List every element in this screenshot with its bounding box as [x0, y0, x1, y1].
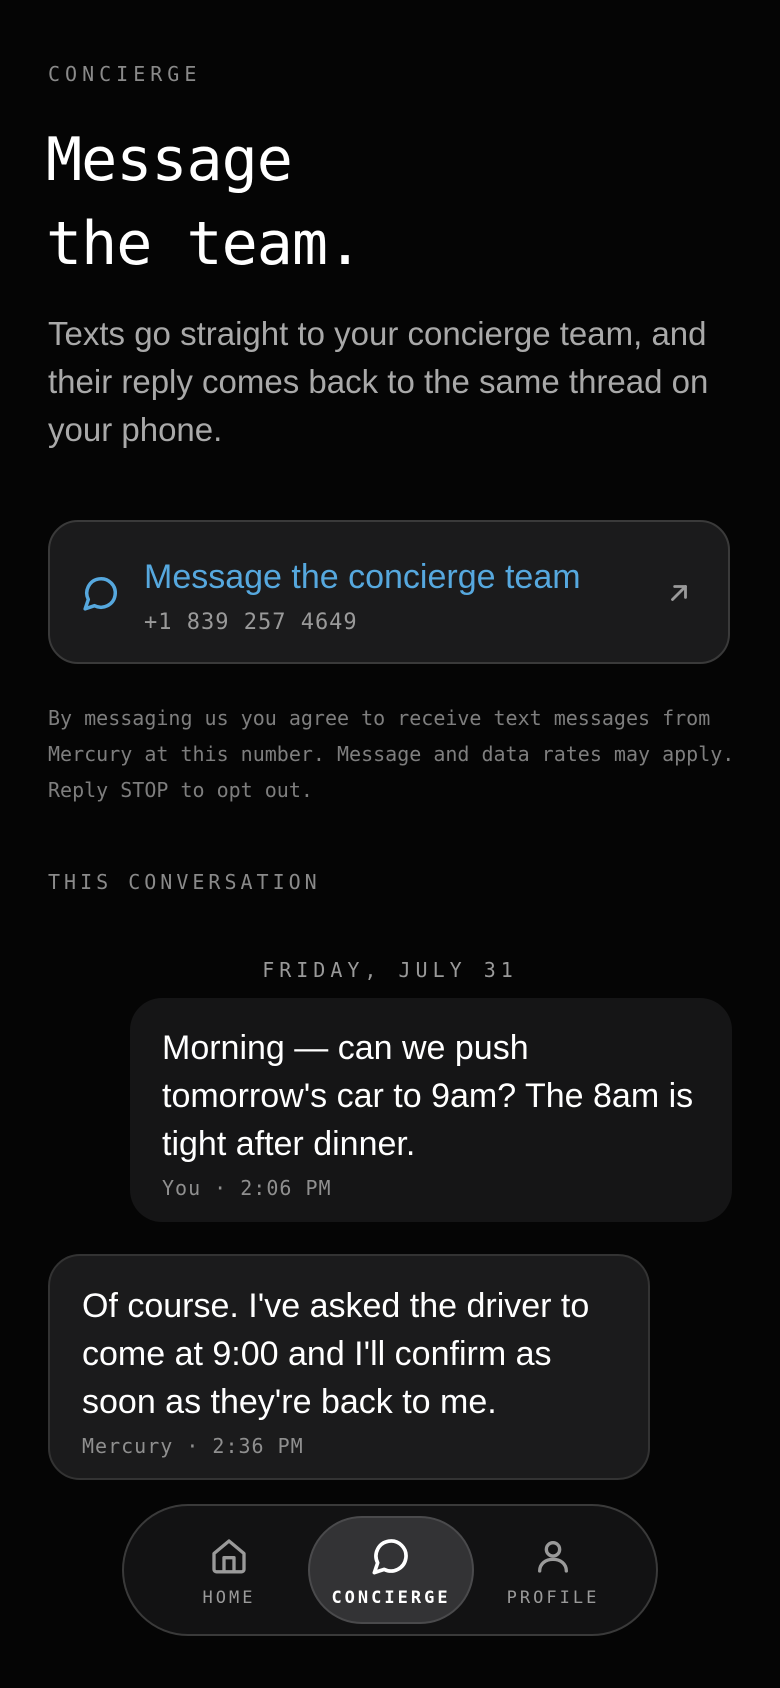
- message-concierge-button[interactable]: Message the concierge team +1 839 257 46…: [48, 520, 730, 664]
- tab-concierge[interactable]: CONCIERGE: [308, 1516, 474, 1624]
- home-icon: [212, 1539, 246, 1574]
- message-concierge-label: Message the concierge team: [144, 558, 581, 596]
- bottom-tab-bar: HOME CONCIERGE PROFILE: [122, 1504, 658, 1636]
- person-icon: [538, 1541, 568, 1573]
- message-bubble-incoming: Of course. I've asked the driver to come…: [48, 1254, 650, 1480]
- tab-concierge-label: CONCIERGE: [331, 1588, 451, 1608]
- arrow-up-right-icon: [671, 585, 687, 601]
- sms-disclaimer: By messaging us you agree to receive tex…: [48, 706, 735, 802]
- page-eyebrow: CONCIERGE: [48, 62, 202, 86]
- message-text: Of course. I've asked the driver to come…: [82, 1287, 590, 1421]
- message-text: Morning — can we push tomorrow's car to …: [162, 1029, 694, 1163]
- tab-home[interactable]: HOME: [146, 1516, 312, 1624]
- page-title-line-1: Message: [46, 125, 293, 195]
- chat-bubble-icon: [83, 577, 117, 611]
- tab-home-label: HOME: [202, 1588, 256, 1608]
- tab-profile-label: PROFILE: [506, 1588, 600, 1608]
- message-bubble-outgoing: Morning — can we push tomorrow's car to …: [130, 998, 732, 1222]
- tab-profile[interactable]: PROFILE: [470, 1516, 636, 1624]
- page-title-line-2: the team.: [46, 209, 363, 279]
- conversation-date: FRIDAY, JULY 31: [262, 958, 518, 982]
- intro-text: Texts go straight to your concierge team…: [48, 315, 709, 448]
- conversation-section-label: THIS CONVERSATION: [48, 870, 321, 894]
- chat-bubble-icon: [372, 1539, 408, 1575]
- page-title: Message the team.: [46, 118, 363, 286]
- concierge-phone-number: +1 839 257 4649: [144, 610, 358, 635]
- message-meta: Mercury · 2:36 PM: [82, 1434, 304, 1458]
- message-meta: You · 2:06 PM: [162, 1176, 332, 1200]
